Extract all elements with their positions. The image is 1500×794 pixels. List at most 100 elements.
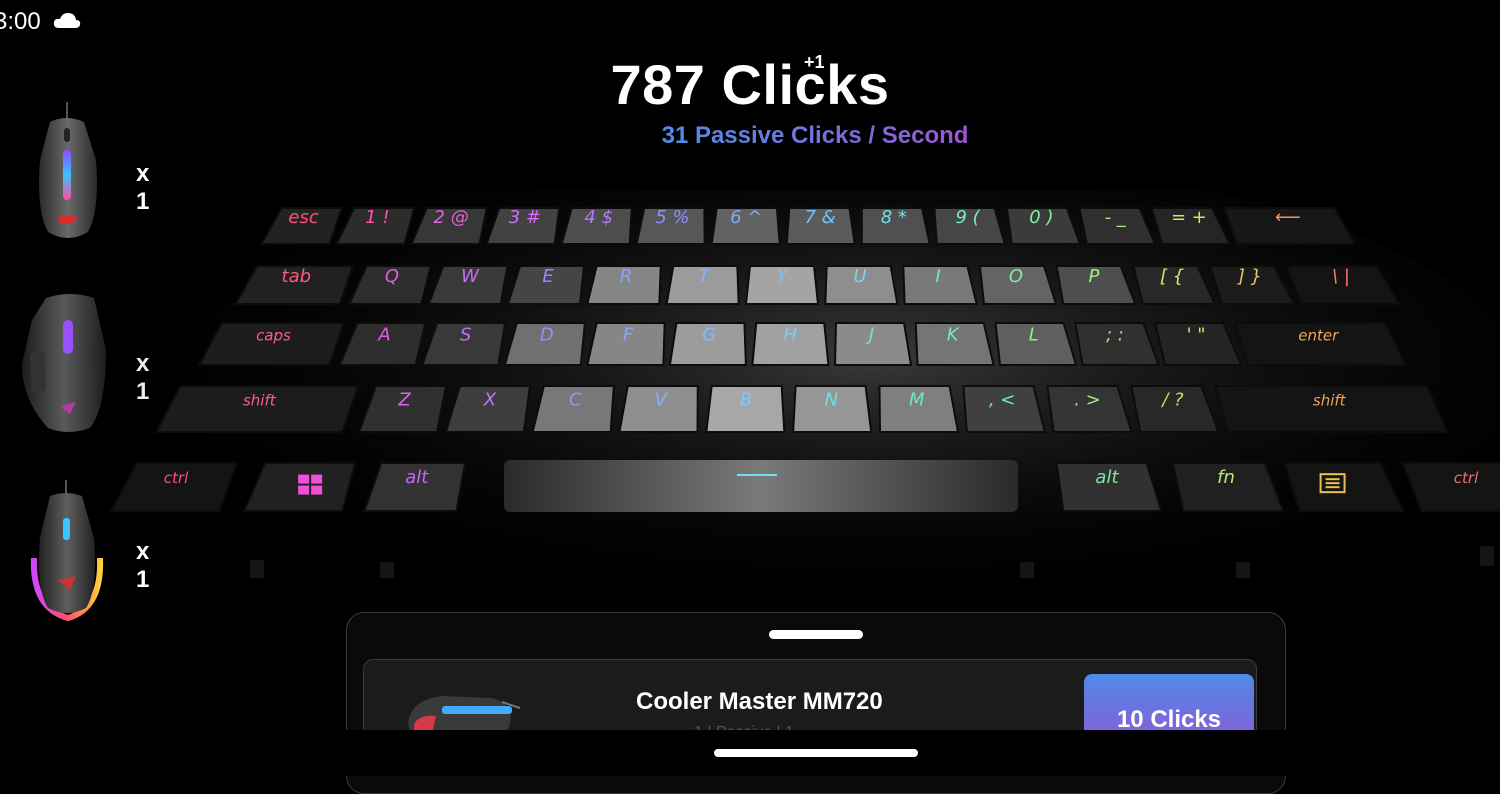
click-count: 787 Clicks	[610, 53, 890, 116]
key-0-5[interactable]: 5 %	[635, 207, 706, 245]
key-3-7[interactable]: M	[878, 385, 960, 433]
key-2-10[interactable]: ; :	[1074, 322, 1161, 366]
key-label: ' "	[1187, 325, 1206, 346]
key-1-7[interactable]: U	[824, 265, 899, 305]
key-1-8[interactable]: I	[902, 265, 978, 305]
key-label: 9 (	[956, 207, 981, 228]
key-2-9[interactable]: L	[994, 322, 1078, 366]
key-label: ] }	[1237, 266, 1262, 287]
key-4-7[interactable]: ctrl	[1401, 462, 1500, 512]
status-time: 3:00	[0, 8, 41, 35]
key-2-3[interactable]: D	[503, 322, 587, 366]
key-3-8[interactable]: , <	[962, 385, 1047, 433]
key-label: - _	[1105, 207, 1127, 228]
key-0-3[interactable]: 3 #	[485, 207, 561, 245]
key-4-0[interactable]: ctrl	[109, 462, 239, 512]
key-label: fn	[1217, 467, 1235, 488]
key-0-10[interactable]: 0 )	[1005, 207, 1082, 245]
key-3-0[interactable]: shift	[154, 385, 360, 433]
key-label: H	[784, 325, 798, 346]
key-label: , <	[989, 389, 1016, 410]
key-3-6[interactable]: N	[792, 385, 873, 433]
key-1-6[interactable]: Y	[744, 265, 820, 305]
key-label: 8 *	[881, 207, 907, 228]
key-2-2[interactable]: S	[420, 322, 507, 366]
key-4-4[interactable]: alt	[1055, 462, 1163, 512]
key-label: U	[853, 266, 866, 287]
key-label: ⟵	[1275, 207, 1301, 228]
key-label: W	[461, 266, 480, 287]
key-label: G	[702, 325, 716, 346]
key-label: O	[1009, 266, 1023, 287]
key-label: B	[740, 389, 752, 410]
key-label: R	[620, 266, 633, 287]
key-label: / ?	[1160, 389, 1184, 410]
key-label: A	[377, 325, 390, 346]
key-label: ctrl	[164, 469, 189, 487]
key-label: M	[909, 389, 925, 410]
key-0-13[interactable]: ⟵	[1223, 207, 1357, 245]
sheet-drag-handle[interactable]	[769, 630, 863, 639]
key-label: P	[1089, 266, 1100, 287]
key-label: Q	[385, 266, 399, 287]
key-label: V	[654, 389, 668, 410]
key-label: 5 %	[655, 207, 689, 228]
key-label: alt	[1095, 467, 1119, 488]
key-label: alt	[405, 467, 429, 488]
key-label: shift	[1313, 391, 1347, 409]
key-0-9[interactable]: 9 (	[933, 207, 1007, 245]
shop-item-title: Cooler Master MM720	[636, 688, 883, 715]
clicker-keyboard[interactable]: esc 1 ! 2 @ 3 # 4 $ 5 % 6 ^ 7 & 8 * 9 ( 0 ) - _ = + ⟵…	[0, 190, 1500, 590]
key-4-5[interactable]: fn	[1171, 462, 1285, 512]
key-1-3[interactable]: E	[506, 265, 586, 305]
key-0-6[interactable]: 6 ^	[710, 207, 781, 245]
key-1-9[interactable]: O	[978, 265, 1058, 305]
key-3-11[interactable]: shift	[1213, 385, 1449, 433]
key-3-9[interactable]: . >	[1046, 385, 1134, 433]
key-2-7[interactable]: J	[833, 322, 913, 366]
key-0-8[interactable]: 8 *	[860, 207, 932, 245]
key-label: L	[1029, 325, 1039, 346]
key-label: esc	[288, 207, 318, 228]
key-label: 7 &	[804, 207, 835, 228]
key-label: 3 #	[509, 207, 541, 228]
key-2-8[interactable]: K	[914, 322, 995, 366]
key-label: 2 @	[434, 207, 469, 228]
key-label: shift	[243, 391, 277, 409]
key-label: N	[825, 389, 838, 410]
key-2-5[interactable]: G	[668, 322, 747, 366]
cloud-icon	[53, 13, 81, 28]
key-1-5[interactable]: T	[665, 265, 740, 305]
key-label: 1 !	[365, 207, 389, 228]
key-1-2[interactable]: W	[427, 265, 509, 305]
key-label: 4 $	[584, 207, 613, 228]
key-0-0[interactable]: esc	[259, 207, 344, 245]
key-label: E	[542, 266, 554, 287]
key-3-3[interactable]: C	[531, 385, 615, 433]
key-space[interactable]	[504, 460, 1018, 512]
key-1-10[interactable]: P	[1055, 265, 1137, 305]
passive-rate-wrap: 31 Passive Clicks / Second	[0, 122, 1500, 150]
click-plus-one: +1	[804, 52, 825, 72]
key-2-12[interactable]: enter	[1233, 322, 1408, 366]
key-3-2[interactable]: X	[444, 385, 532, 433]
key-label: Z	[397, 389, 411, 410]
key-0-7[interactable]: 7 &	[785, 207, 856, 245]
passive-rate: 31 Passive Clicks / Second	[661, 122, 969, 149]
key-1-0[interactable]: tab	[234, 265, 355, 305]
home-indicator[interactable]	[714, 749, 918, 757]
key-label: 6 ^	[730, 207, 762, 228]
key-4-2[interactable]: alt	[362, 462, 467, 512]
key-label: 0 )	[1029, 207, 1053, 228]
key-label: \ |	[1332, 266, 1350, 287]
key-3-4[interactable]: V	[618, 385, 699, 433]
key-2-0[interactable]: caps	[197, 322, 346, 366]
key-label: = +	[1171, 207, 1207, 228]
key-2-4[interactable]: F	[586, 322, 666, 366]
key-0-4[interactable]: 4 $	[560, 207, 633, 245]
key-3-5[interactable]: B	[705, 385, 786, 433]
key-label: tab	[282, 266, 312, 287]
key-label: F	[623, 325, 634, 346]
key-2-6[interactable]: H	[751, 322, 830, 366]
key-1-4[interactable]: R	[586, 265, 662, 305]
